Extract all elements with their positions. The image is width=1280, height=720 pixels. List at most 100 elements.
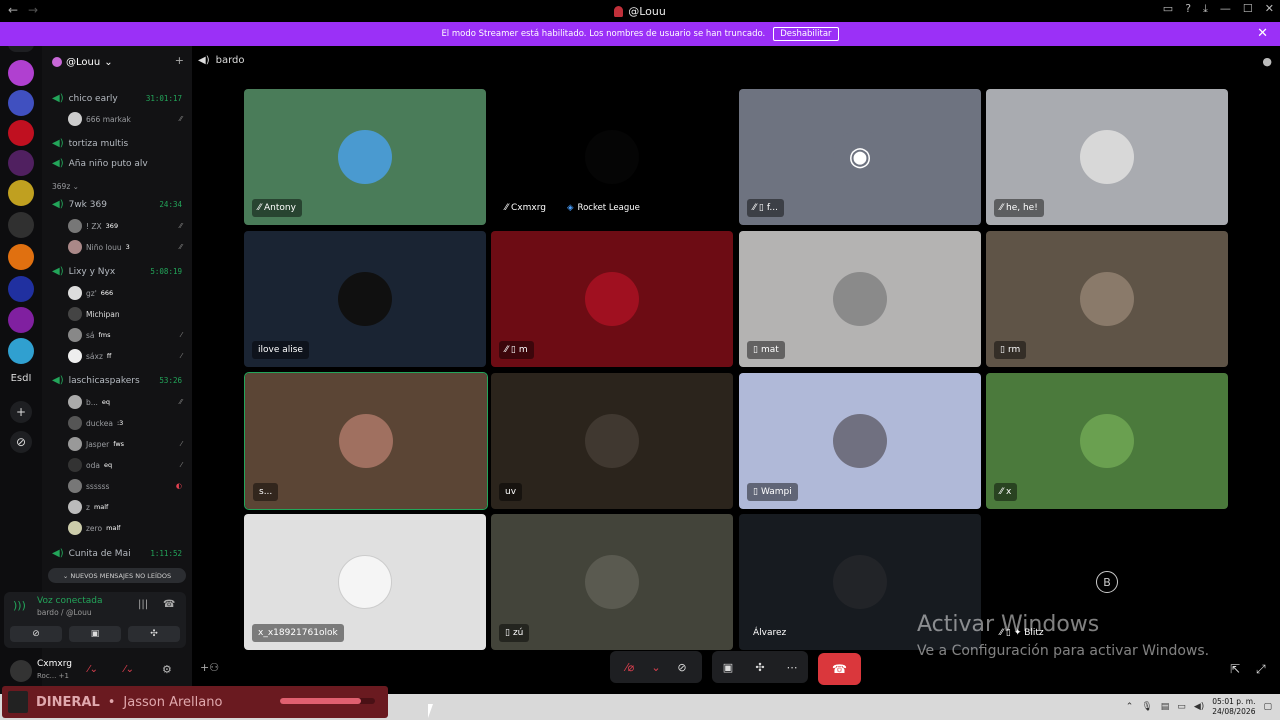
voice-member[interactable]: sáxz ff ⁄ <box>68 349 182 363</box>
add-server-button[interactable]: + <box>10 401 32 423</box>
popout-icon[interactable]: ⇱ <box>1230 662 1240 676</box>
banner-text: El modo Streamer está habilitado. Los no… <box>441 29 766 39</box>
participant-tile[interactable]: ⁄⁄ Cxmxrg ◈ Rocket League <box>491 89 733 225</box>
chevron-down-icon[interactable]: ⌄ <box>650 651 662 683</box>
participant-tile[interactable]: ▯ rm <box>986 231 1228 367</box>
participant-tile[interactable]: ⁄⁄ x <box>986 373 1228 509</box>
gear-icon[interactable]: ⚙ <box>162 663 172 676</box>
screen-share-button[interactable]: ▣ <box>69 626 121 642</box>
voice-channel[interactable]: ◀) Cunita de Mai 1:11:52 <box>52 548 182 559</box>
battery-icon[interactable]: ▭ <box>1177 702 1186 712</box>
voice-channel[interactable]: ◀) tortiza multis <box>52 138 182 149</box>
explore-icon[interactable]: ⊘ <box>10 431 32 453</box>
song-title: DINERAL <box>36 694 100 710</box>
forward-icon[interactable]: → <box>28 3 38 17</box>
inbox-icon[interactable]: ▭ <box>1163 2 1173 16</box>
voice-member[interactable]: Michipan <box>68 307 182 321</box>
back-icon[interactable]: ← <box>8 3 18 17</box>
voice-channel[interactable]: ◀) Lixy y Nyx 5:08:19 <box>52 266 182 277</box>
voice-channel[interactable]: ◀) 7wk 369 24:34 <box>52 199 182 210</box>
voice-member[interactable]: Jasper fws ⁄ <box>68 437 182 451</box>
volume-icon[interactable]: ◀) <box>1194 702 1204 712</box>
playback-progress-bar[interactable] <box>280 698 375 704</box>
voice-channel[interactable]: ◀) Aña niño puto alv <box>52 158 182 169</box>
server-icon[interactable] <box>8 276 34 302</box>
voice-member[interactable]: zero malf <box>68 521 182 535</box>
screen-share-button[interactable]: ▣ <box>712 651 744 683</box>
disconnect-button[interactable]: ☎ <box>818 653 861 685</box>
server-icon[interactable] <box>8 307 34 333</box>
clock[interactable]: 05:01 p. m. 24/08/2026 <box>1212 697 1255 717</box>
voice-member[interactable]: ssssss ◐ <box>68 479 182 493</box>
close-button[interactable]: ✕ <box>1265 2 1274 16</box>
chat-icon[interactable]: ● <box>1262 55 1272 68</box>
participant-tile[interactable]: ◉ ⁄⁄ ▯ f... <box>739 89 981 225</box>
participant-tile[interactable]: ilove alise <box>244 231 486 367</box>
server-icon[interactable] <box>8 212 34 238</box>
category-header[interactable]: 369z ⌄ <box>52 182 79 191</box>
voice-channel[interactable]: ◀) chico early 31:01:17 <box>52 93 182 104</box>
mute-icon[interactable]: ⁄⌄ <box>88 664 98 675</box>
voice-member[interactable]: z malf <box>68 500 182 514</box>
participant-tile[interactable]: x_x18921761olok <box>244 514 486 650</box>
disconnect-icon[interactable]: ☎ <box>163 599 175 610</box>
deafen-icon[interactable]: ⁄⌄ <box>124 664 134 675</box>
participant-tile[interactable]: ⁄⁄ Antony <box>244 89 486 225</box>
new-messages-button[interactable]: ⌄ NUEVOS MENSAJES NO LEÍDOS <box>48 568 186 583</box>
network-icon[interactable]: ▤ <box>1161 702 1170 712</box>
voice-channel-path[interactable]: bardo / @Louu <box>37 608 92 617</box>
server-icon[interactable] <box>8 244 34 270</box>
participant-label: s... <box>253 483 279 501</box>
microphone-icon[interactable]: 🎙︎ <box>1141 702 1152 712</box>
voice-member[interactable]: ! ZX 369 ⁄⁄ <box>68 219 182 233</box>
participant-tile[interactable]: ▯ mat <box>739 231 981 367</box>
disable-button[interactable]: Deshabilitar <box>773 27 839 41</box>
help-icon[interactable]: ? <box>1185 2 1191 16</box>
participant-tile[interactable]: ⁄⁄ he, he! <box>986 89 1228 225</box>
noise-suppression-icon[interactable]: ||| <box>138 599 148 610</box>
participant-tile[interactable]: uv <box>491 373 733 509</box>
voice-member[interactable]: b... eq ⁄⁄ <box>68 395 182 409</box>
camera-off-button[interactable]: ⊘ <box>10 626 62 642</box>
server-icon[interactable] <box>8 338 34 364</box>
avatar[interactable] <box>10 660 32 682</box>
participant-tile[interactable]: ▯ zú <box>491 514 733 650</box>
server-icon[interactable] <box>8 90 34 116</box>
participant-tile[interactable]: ⁄⁄ ▯ m <box>491 231 733 367</box>
add-member-icon[interactable]: + <box>175 54 184 67</box>
close-icon[interactable]: ✕ <box>1257 26 1268 41</box>
fullscreen-icon[interactable]: ⤢ <box>1256 662 1266 677</box>
server-icon[interactable] <box>8 120 34 146</box>
participant-tile[interactable]: s... <box>244 372 488 510</box>
server-icon[interactable] <box>8 150 34 176</box>
download-icon[interactable]: ⤓ <box>1203 2 1208 16</box>
mute-button[interactable]: ⁄⌀ <box>610 651 650 683</box>
chevron-up-icon[interactable]: ⌃ <box>1126 702 1134 712</box>
camera-off-button[interactable]: ⊘ <box>662 651 702 683</box>
voice-member[interactable]: sá fms ⁄ <box>68 328 182 342</box>
voice-member[interactable]: gz' 666 <box>68 286 182 300</box>
notifications-icon[interactable]: ▢ <box>1263 702 1272 712</box>
activities-button[interactable]: ✣ <box>128 626 180 642</box>
server-text-icon[interactable]: EsdI <box>5 373 37 384</box>
invite-icon[interactable]: +⚇ <box>200 661 219 674</box>
voice-member[interactable]: oda eq ⁄ <box>68 458 182 472</box>
participant-label: ⁄⁄ ▯ m <box>499 341 534 359</box>
avatar <box>68 307 82 321</box>
participant-tile[interactable]: ▯ Wampi <box>739 373 981 509</box>
avatar <box>68 219 82 233</box>
avatar <box>338 272 392 326</box>
voice-member[interactable]: duckea:3 <box>68 416 182 430</box>
minimize-button[interactable]: — <box>1220 2 1231 16</box>
server-icon[interactable] <box>8 60 34 86</box>
activities-button[interactable]: ✣ <box>744 651 776 683</box>
maximize-button[interactable]: ☐ <box>1243 2 1253 16</box>
voice-channel[interactable]: ◀) laschicaspakers 53:26 <box>52 375 182 386</box>
server-icon[interactable] <box>8 180 34 206</box>
voice-call-view: ◀) bardo ● ⁄⁄ Antony ⁄⁄ Cxmxrg ◈ Rocket Leagu… <box>192 46 1280 694</box>
voice-member[interactable]: Niño louu 3 ⁄⁄ <box>68 240 182 254</box>
voice-member[interactable]: 666 markak ⁄⁄ <box>68 112 182 126</box>
server-header[interactable]: @Louu ⌄ + <box>42 46 192 78</box>
now-playing-widget[interactable]: DINERAL • Jasson Arellano <box>2 686 388 718</box>
more-options-button[interactable]: ⋯ <box>776 651 808 683</box>
